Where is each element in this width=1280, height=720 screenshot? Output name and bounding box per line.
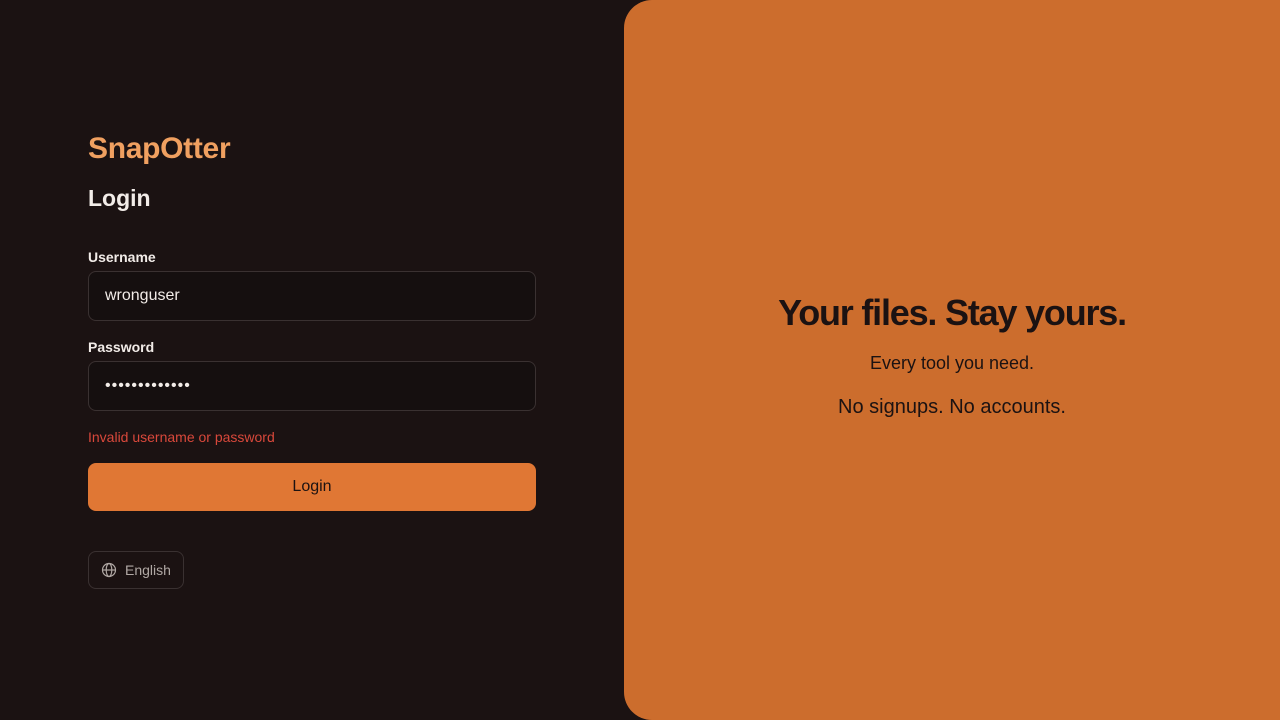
language-selector[interactable]: English [88,551,184,589]
hero-title: Your files. Stay yours. [778,292,1127,333]
login-panel: SnapOtter Login Username Password Invali… [0,0,624,720]
language-label: English [125,562,171,578]
hero-tagline: No signups. No accounts. [838,396,1066,418]
username-label: Username [88,249,156,265]
password-input[interactable] [88,361,536,411]
brand-logo-text: SnapOtter [88,132,231,165]
login-button[interactable]: Login [88,463,536,511]
login-page: SnapOtter Login Username Password Invali… [0,0,1280,720]
username-input[interactable] [88,271,536,321]
globe-icon [101,562,117,578]
error-message: Invalid username or password [88,429,275,445]
hero-panel: Your files. Stay yours. Every tool you n… [624,0,1280,720]
password-label: Password [88,339,155,355]
page-title: Login [88,185,151,211]
hero-subtitle: Every tool you need. [869,353,1035,373]
